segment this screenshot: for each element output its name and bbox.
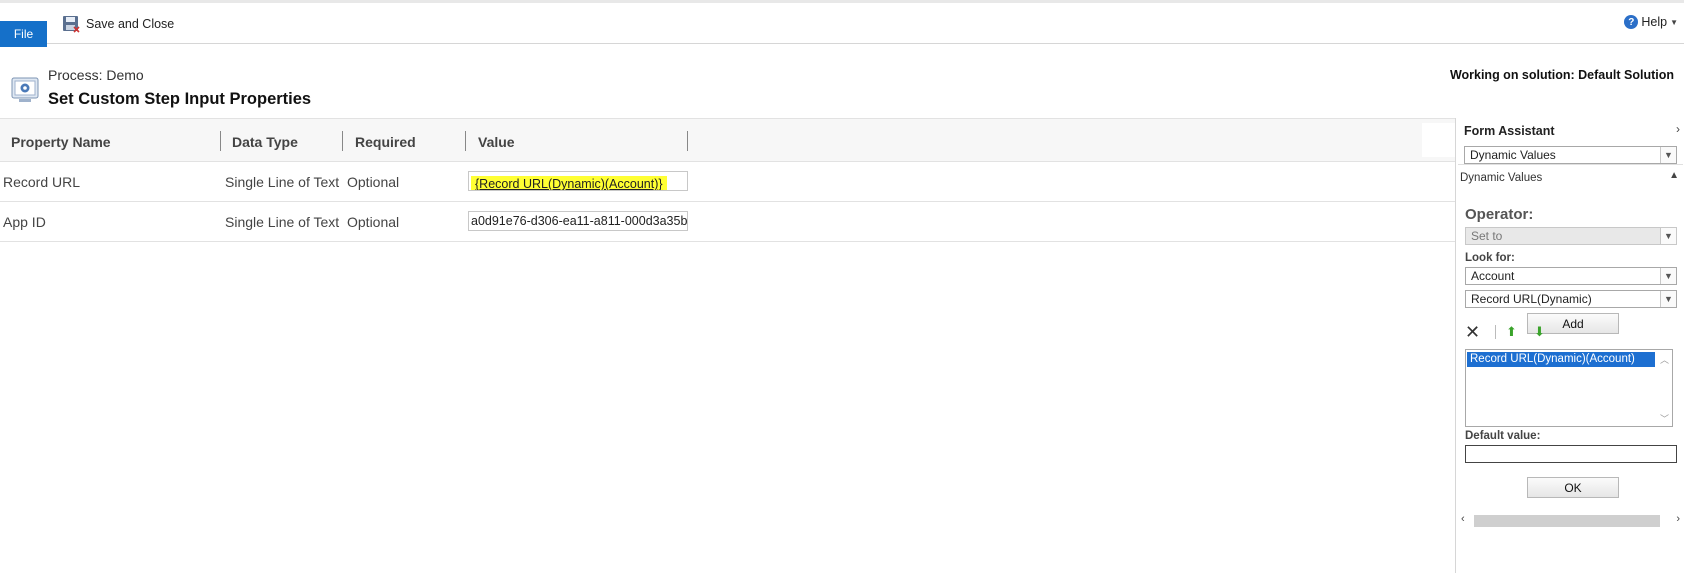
- save-disk-icon: [62, 15, 80, 33]
- column-header-property-name[interactable]: Property Name: [11, 134, 111, 150]
- app-id-value: a0d91e76-d306-ea11-a811-000d3a35b: [471, 214, 688, 228]
- assistant-source-select[interactable]: Dynamic Values ▼: [1464, 146, 1677, 164]
- form-assistant-title: Form Assistant: [1464, 124, 1555, 138]
- move-down-arrow-icon[interactable]: ⬇: [1534, 324, 1550, 340]
- entity-select[interactable]: Account ▼: [1465, 267, 1677, 285]
- ribbon-bar: File Save and Close ? Help ▼: [0, 0, 1684, 47]
- process-icon: [10, 74, 40, 104]
- column-divider[interactable]: [220, 131, 221, 151]
- default-value-label: Default value:: [1465, 430, 1541, 442]
- column-header-data-type[interactable]: Data Type: [232, 134, 298, 150]
- properties-grid: Property Name Data Type Required Value R…: [0, 118, 1455, 573]
- value-input-record-url[interactable]: {Record URL(Dynamic)(Account)}: [468, 171, 688, 191]
- column-header-required[interactable]: Required: [355, 134, 416, 150]
- list-item[interactable]: Record URL(Dynamic)(Account): [1467, 352, 1655, 367]
- dynamic-values-listbox[interactable]: Record URL(Dynamic)(Account) ︿ ﹀: [1465, 349, 1673, 427]
- column-header-value[interactable]: Value: [478, 134, 515, 150]
- ok-button[interactable]: OK: [1527, 477, 1619, 498]
- scrollbar-thumb[interactable]: [1474, 515, 1660, 527]
- column-divider[interactable]: [687, 131, 688, 151]
- grid-header: Property Name Data Type Required Value: [0, 118, 1455, 162]
- dynamic-value-token: {Record URL(Dynamic)(Account)}: [471, 176, 667, 190]
- solution-label: Working on solution: Default Solution: [1449, 68, 1674, 82]
- save-and-close-button[interactable]: Save and Close: [62, 13, 174, 35]
- scroll-left-icon[interactable]: ‹: [1461, 513, 1465, 525]
- caret-down-icon: ▼: [1670, 17, 1678, 27]
- horizontal-scrollbar[interactable]: ‹ ›: [1458, 512, 1683, 530]
- dynamic-values-section-header[interactable]: Dynamic Values ▲: [1458, 164, 1683, 186]
- required-cell: Optional: [347, 214, 400, 230]
- scroll-right-icon[interactable]: ›: [1676, 513, 1680, 525]
- operator-select: Set to ▼: [1465, 227, 1677, 245]
- header-filler: [1422, 123, 1455, 157]
- move-up-arrow-icon[interactable]: ⬆: [1506, 324, 1522, 340]
- list-scrollbar[interactable]: ︿ ﹀: [1656, 350, 1672, 426]
- toolbar-divider: [1495, 325, 1496, 339]
- chevron-down-icon: ▼: [1660, 147, 1676, 163]
- column-divider[interactable]: [342, 131, 343, 151]
- scroll-down-icon[interactable]: ﹀: [1660, 412, 1669, 425]
- assistant-source-value: Dynamic Values: [1470, 148, 1556, 162]
- list-toolbar: ✕ ⬆ ⬇: [1465, 322, 1562, 342]
- chevron-down-icon: ▼: [1660, 268, 1676, 284]
- help-menu[interactable]: ? Help ▼: [1624, 15, 1678, 29]
- collapse-up-icon[interactable]: ▲: [1669, 170, 1679, 181]
- save-and-close-label: Save and Close: [86, 17, 175, 31]
- help-icon: ?: [1624, 15, 1639, 29]
- property-name-cell: App ID: [3, 214, 46, 230]
- field-select[interactable]: Record URL(Dynamic) ▼: [1465, 290, 1677, 308]
- data-type-cell: Single Line of Text: [225, 174, 340, 190]
- dynamic-values-label: Dynamic Values: [1460, 172, 1543, 184]
- chevron-right-icon[interactable]: ›: [1676, 122, 1680, 136]
- table-row[interactable]: Record URL Single Line of Text Optional …: [0, 162, 1455, 202]
- operator-value: Set to: [1471, 229, 1503, 243]
- page-title: Set Custom Step Input Properties: [48, 90, 312, 108]
- table-row[interactable]: App ID Single Line of Text Optional a0d9…: [0, 202, 1455, 242]
- required-cell: Optional: [347, 174, 400, 190]
- operator-label: Operator:: [1465, 206, 1534, 223]
- field-select-value: Record URL(Dynamic): [1471, 292, 1592, 306]
- value-input-app-id[interactable]: a0d91e76-d306-ea11-a811-000d3a35b: [468, 211, 688, 231]
- data-type-cell: Single Line of Text: [225, 214, 340, 230]
- form-assistant-panel: Form Assistant › Dynamic Values ▼ Dynami…: [1455, 118, 1684, 573]
- scroll-up-icon[interactable]: ︿: [1660, 353, 1669, 366]
- default-value-input[interactable]: [1465, 445, 1677, 463]
- property-name-cell: Record URL: [3, 174, 81, 190]
- entity-select-value: Account: [1471, 269, 1515, 283]
- page-header: Process: Demo Set Custom Step Input Prop…: [0, 44, 1684, 118]
- column-divider[interactable]: [465, 131, 466, 151]
- chevron-down-icon: ▼: [1660, 291, 1676, 307]
- help-label: Help: [1641, 15, 1668, 29]
- chevron-down-icon: ▼: [1660, 228, 1676, 244]
- delete-x-icon[interactable]: ✕: [1465, 323, 1483, 341]
- process-name: Process: Demo: [48, 67, 144, 83]
- look-for-label: Look for:: [1465, 252, 1515, 264]
